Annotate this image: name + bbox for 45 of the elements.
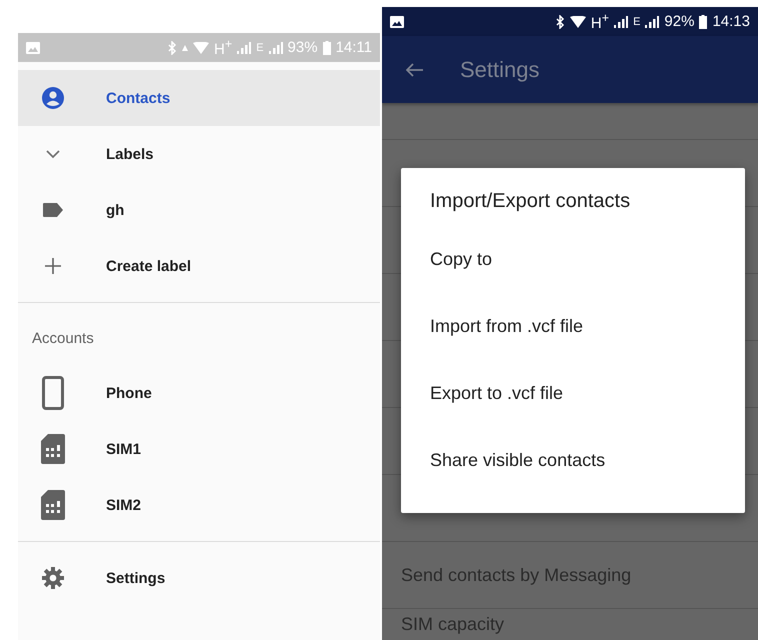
battery-icon (699, 14, 708, 28)
signal-icon (614, 16, 628, 28)
battery-percent: 92% (664, 13, 694, 30)
section-heading: Accounts (31, 328, 95, 348)
drawer-item[interactable]: SIM1 (18, 421, 380, 477)
battery-icon (322, 40, 331, 54)
up-arrow-icon (182, 44, 188, 50)
drawer-item[interactable]: Settings (18, 550, 380, 606)
bluetooth-icon (556, 14, 565, 28)
network-type: H$^{+}$ (590, 11, 610, 32)
sim-card-icon (41, 434, 65, 464)
image-icon (390, 16, 404, 28)
drawer-item[interactable]: Contacts (18, 70, 380, 126)
sim-card-icon (41, 490, 65, 520)
phone-icon (42, 376, 64, 410)
drawer-item[interactable]: Labels (18, 126, 380, 182)
dialog-option[interactable]: Export to .vcf file (430, 360, 745, 427)
back-arrow-icon[interactable] (406, 62, 424, 76)
clock: 14:13 (712, 13, 750, 30)
wifi-icon (570, 16, 586, 28)
network-type: H$^{+}$ (214, 37, 232, 58)
chevron-down-icon (46, 150, 60, 158)
network-type: E (633, 16, 640, 28)
drawer-item[interactable]: Phone (18, 365, 380, 421)
signal-icon (268, 42, 283, 54)
network-type: E (256, 42, 264, 54)
account-icon (41, 86, 65, 110)
wifi-icon (193, 42, 210, 54)
settings-icon (42, 567, 64, 589)
dialog-option[interactable]: Import from .vcf file (430, 293, 745, 360)
battery-percent: 93% (288, 39, 318, 56)
bluetooth-icon (168, 40, 178, 54)
drawer-item[interactable]: Create label (18, 238, 380, 294)
signal-icon (237, 42, 252, 54)
clock: 14:11 (336, 39, 372, 56)
label-icon (43, 203, 63, 217)
signal-icon (645, 16, 660, 28)
screen-title: Settings (460, 56, 540, 82)
dialog-option[interactable]: Share visible contacts (430, 427, 745, 494)
image-icon (26, 42, 40, 54)
dialog-title: Import/Export contacts (430, 190, 632, 214)
drawer-item[interactable]: SIM2 (18, 477, 380, 533)
plus-icon (45, 258, 61, 274)
drawer-item[interactable]: gh (18, 182, 380, 238)
dialog-option[interactable]: Copy to (430, 226, 745, 293)
